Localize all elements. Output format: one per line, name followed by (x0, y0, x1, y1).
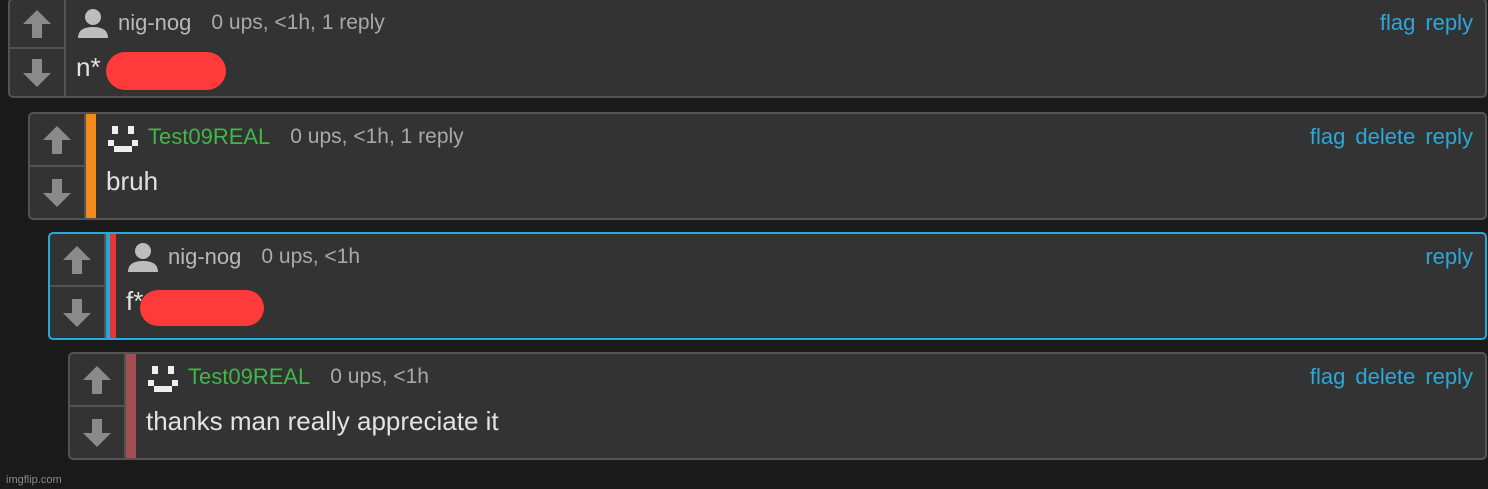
pixel-face-icon[interactable] (106, 120, 140, 154)
comment-text: n* (76, 52, 101, 82)
comment-meta: 0 ups, <1h (330, 365, 429, 388)
comment-meta: 0 ups, <1h (261, 245, 361, 268)
pixel-face-icon[interactable] (146, 360, 180, 394)
vote-controls (70, 354, 126, 458)
comment-meta: 0 ups, <1h, 1 reply (290, 125, 464, 148)
reply-link[interactable]: reply (1425, 364, 1473, 390)
redaction-mark (140, 290, 264, 326)
comment-actions: flag delete reply (1310, 364, 1473, 390)
watermark: imgflip.com (6, 474, 62, 486)
comment-header: nig-nog 0 ups, <1h reply (126, 240, 1473, 274)
comment-body: nig-nog 0 ups, <1h, 1 reply flag reply n… (66, 0, 1485, 96)
comment-meta: 0 ups, <1h, 1 reply (211, 11, 385, 34)
arrow-up-icon (43, 125, 71, 154)
downvote-button[interactable] (10, 47, 64, 96)
thread-indicator (106, 234, 116, 338)
comment-header: Test09REAL 0 ups, <1h flag delete reply (146, 360, 1473, 394)
vote-controls (10, 0, 66, 96)
username-link[interactable]: nig-nog (168, 244, 241, 270)
arrow-down-icon (43, 178, 71, 207)
arrow-down-icon (23, 58, 51, 87)
comment-actions: flag reply (1380, 10, 1473, 36)
upvote-button[interactable] (10, 0, 64, 47)
comment-text: thanks man really appreciate it (146, 406, 499, 436)
arrow-down-icon (63, 298, 91, 327)
vote-controls (30, 114, 86, 218)
downvote-button[interactable] (70, 405, 124, 458)
delete-link[interactable]: delete (1355, 124, 1415, 150)
username-link[interactable]: Test09REAL (188, 364, 310, 390)
thread-indicator (86, 114, 96, 218)
delete-link[interactable]: delete (1355, 364, 1415, 390)
downvote-button[interactable] (50, 285, 104, 338)
username-link[interactable]: nig-nog (118, 10, 191, 36)
comment-header: Test09REAL 0 ups, <1h, 1 reply flag dele… (106, 120, 1473, 154)
comment-actions: flag delete reply (1310, 124, 1473, 150)
upvote-button[interactable] (50, 234, 104, 285)
upvote-button[interactable] (30, 114, 84, 165)
comment-text: bruh (106, 166, 159, 196)
thread-indicator (126, 354, 136, 458)
reply-link[interactable]: reply (1425, 244, 1473, 270)
user-avatar-icon[interactable] (126, 240, 160, 274)
arrow-up-icon (63, 245, 91, 274)
vote-controls (50, 234, 106, 338)
comment-actions: reply (1425, 244, 1473, 270)
comment-body: Test09REAL 0 ups, <1h flag delete reply … (136, 354, 1485, 458)
comment-header: nig-nog 0 ups, <1h, 1 reply flag reply (76, 6, 1473, 40)
arrow-down-icon (83, 418, 111, 447)
downvote-button[interactable] (30, 165, 84, 218)
reply-link[interactable]: reply (1425, 10, 1473, 36)
comment-body: Test09REAL 0 ups, <1h, 1 reply flag dele… (96, 114, 1485, 218)
flag-link[interactable]: flag (1310, 124, 1345, 150)
flag-link[interactable]: flag (1310, 364, 1345, 390)
flag-link[interactable]: flag (1380, 10, 1415, 36)
comment: Test09REAL 0 ups, <1h, 1 reply flag dele… (28, 112, 1487, 220)
redaction-mark (106, 52, 226, 90)
comment: Test09REAL 0 ups, <1h flag delete reply … (68, 352, 1487, 460)
user-avatar-icon[interactable] (76, 6, 110, 40)
comment-body: nig-nog 0 ups, <1h reply f* (116, 234, 1485, 338)
arrow-up-icon (23, 9, 51, 38)
comment: nig-nog 0 ups, <1h, 1 reply flag reply n… (8, 0, 1487, 98)
reply-link[interactable]: reply (1425, 124, 1473, 150)
upvote-button[interactable] (70, 354, 124, 405)
arrow-up-icon (83, 365, 111, 394)
comment-highlighted: nig-nog 0 ups, <1h reply f* (48, 232, 1487, 340)
username-link[interactable]: Test09REAL (148, 124, 270, 150)
